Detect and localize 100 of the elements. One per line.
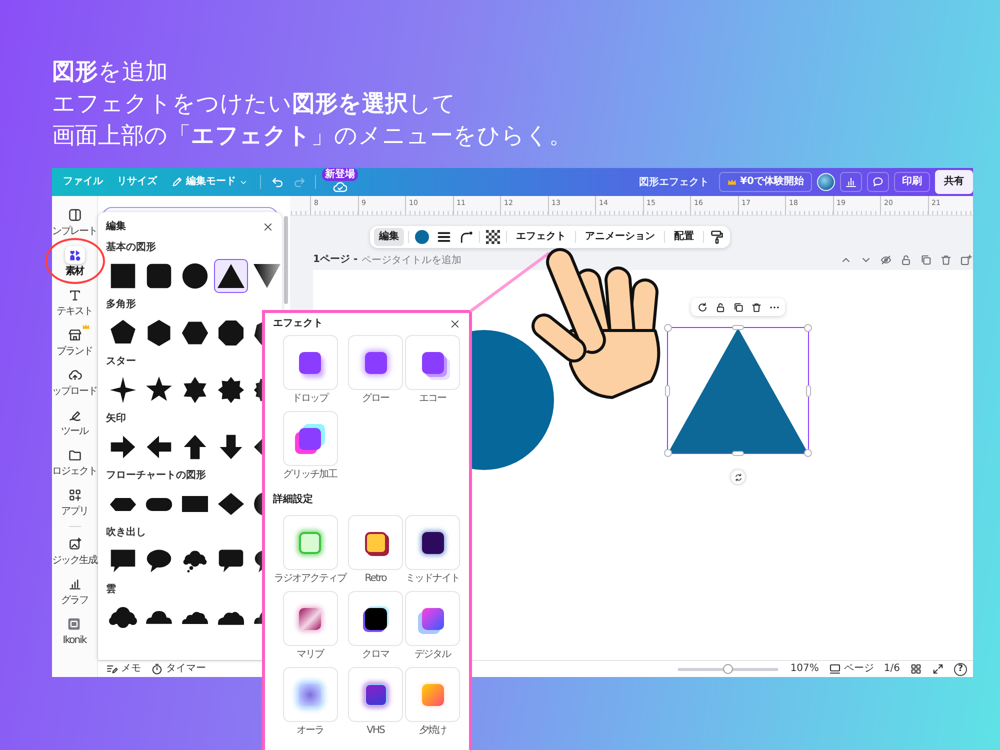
notes-icon <box>106 663 118 675</box>
resize-handle[interactable] <box>804 324 812 332</box>
sidebar-item[interactable]: ブランド <box>56 326 92 358</box>
diamond-icon <box>217 492 245 516</box>
shapes-icon <box>64 246 84 264</box>
sidebar-item[interactable]: ツール <box>61 406 88 438</box>
effect-option[interactable]: ミッドナイト <box>404 515 461 585</box>
timer-button[interactable]: タイマー <box>151 663 206 675</box>
close-button[interactable] <box>449 318 461 330</box>
rotate-icon <box>734 472 742 482</box>
lock-icon <box>900 254 912 266</box>
print-button[interactable]: 印刷 <box>894 172 930 192</box>
screen-icon <box>828 663 841 675</box>
fullscreen-button[interactable] <box>932 663 944 675</box>
resize-handle[interactable] <box>664 324 672 332</box>
effect-option[interactable]: Retro <box>347 515 404 585</box>
sidebar-item[interactable]: ップロード <box>52 366 97 398</box>
toolbar-button[interactable]: 編集 <box>374 228 404 246</box>
effect-preview-icon <box>405 335 460 390</box>
toolbar-button[interactable]: アニメーション <box>580 228 660 246</box>
section-title: 基本の図形 <box>106 241 156 255</box>
sidebar-item[interactable]: アプリ <box>61 486 88 518</box>
help-button[interactable]: ? <box>954 662 967 676</box>
shape-option[interactable] <box>214 259 248 293</box>
sidebar-item[interactable]: テキスト <box>56 286 92 318</box>
effect-option[interactable]: クロマ <box>347 591 404 661</box>
effect-option[interactable]: オーラ <box>273 667 347 737</box>
insights-button[interactable] <box>840 172 862 192</box>
transparency-button[interactable] <box>484 228 502 246</box>
effect-preview-icon <box>348 667 403 722</box>
color-button[interactable] <box>413 228 431 246</box>
resize-handle[interactable] <box>732 451 744 456</box>
effect-preview-icon <box>348 515 403 570</box>
grid-view-button[interactable] <box>910 663 922 675</box>
effect-option[interactable]: ドロップ <box>273 335 347 405</box>
add-page-button[interactable] <box>959 253 973 267</box>
sidebar-item[interactable]: Ikonik <box>62 615 86 647</box>
hexagon-icon <box>181 319 209 347</box>
redo-icon <box>292 176 306 188</box>
resize-handle[interactable] <box>665 384 670 396</box>
effect-option[interactable]: グロー <box>347 335 404 405</box>
scrollbar[interactable] <box>284 216 288 304</box>
sidebar-item[interactable]: 素材 <box>64 246 84 278</box>
sidebar-item[interactable]: グラフ <box>61 575 88 607</box>
more-icon <box>768 306 780 308</box>
section-title: 矢印 <box>106 412 126 426</box>
trial-button[interactable]: ¥0で体験開始 <box>719 172 812 192</box>
cloud-icon <box>181 611 209 625</box>
left-arrow-icon <box>145 433 173 461</box>
share-button[interactable]: 共有 <box>935 170 973 194</box>
undo-icon <box>270 176 284 188</box>
effect-preview-icon <box>405 667 460 722</box>
toolbar-button[interactable]: エフェクト <box>511 228 571 246</box>
pages-button[interactable]: ページ <box>828 663 874 675</box>
effect-option[interactable]: グリッチ加工 <box>273 411 347 481</box>
sidebar-item[interactable]: ンプレート <box>52 206 97 238</box>
sidebar-item[interactable]: ロジェクト <box>52 446 97 478</box>
triangle-shape[interactable] <box>668 328 808 453</box>
effect-option[interactable]: デジタル <box>404 591 461 661</box>
speech-bubble-icon <box>872 176 884 188</box>
slider-thumb[interactable] <box>723 664 734 674</box>
effect-option[interactable]: ラジオアクティブ <box>273 515 347 585</box>
section-title: 多角形 <box>106 298 136 312</box>
new-badge: 新登場 <box>322 168 358 181</box>
hide-button[interactable] <box>879 253 893 267</box>
resize-handle[interactable] <box>806 384 811 396</box>
page-count: 1/6 <box>884 663 900 675</box>
effect-preview-icon <box>282 335 338 390</box>
notes-button[interactable]: メモ <box>106 663 141 675</box>
rotate-handle[interactable] <box>731 470 745 484</box>
instruction-line: 画面上部の「エフェクト」のメニューをひらく。 <box>52 122 572 151</box>
resize-handle[interactable] <box>732 325 744 330</box>
speech-bubble-icon <box>109 547 137 575</box>
effect-option[interactable]: エコー <box>404 335 461 405</box>
paint-roller-icon <box>710 230 724 244</box>
rounded-corner-icon <box>459 230 473 244</box>
sidebar-item[interactable]: ジック生成 <box>52 535 97 567</box>
zoom-percentage: 107% <box>790 663 819 675</box>
stopwatch-icon <box>151 663 163 675</box>
triangle-icon <box>217 263 245 289</box>
section-title: スター <box>106 355 136 369</box>
page-title-field[interactable]: ページタイトルを追加 <box>362 254 466 266</box>
resize-handle[interactable] <box>664 449 672 457</box>
instruction-line: 図形を追加 <box>52 58 168 87</box>
close-icon <box>263 222 273 232</box>
color-swatch-icon <box>415 230 429 244</box>
rounded-square-icon <box>145 262 173 290</box>
document-title: 図形エフェクト <box>639 176 710 189</box>
effect-option[interactable]: VHS <box>347 667 404 737</box>
avatar[interactable] <box>817 173 835 191</box>
toolbar-button[interactable]: 配置 <box>669 228 699 246</box>
copy-style-button[interactable] <box>708 228 726 246</box>
resize-handle[interactable] <box>804 449 812 457</box>
effect-preview-icon <box>282 667 338 722</box>
trash-icon <box>750 302 762 312</box>
effect-option[interactable]: 夕焼け <box>404 667 461 737</box>
effect-option[interactable]: マリブ <box>273 591 347 661</box>
speech-bubble-icon <box>145 547 173 575</box>
comment-button[interactable] <box>867 172 889 192</box>
close-button[interactable] <box>262 221 274 233</box>
